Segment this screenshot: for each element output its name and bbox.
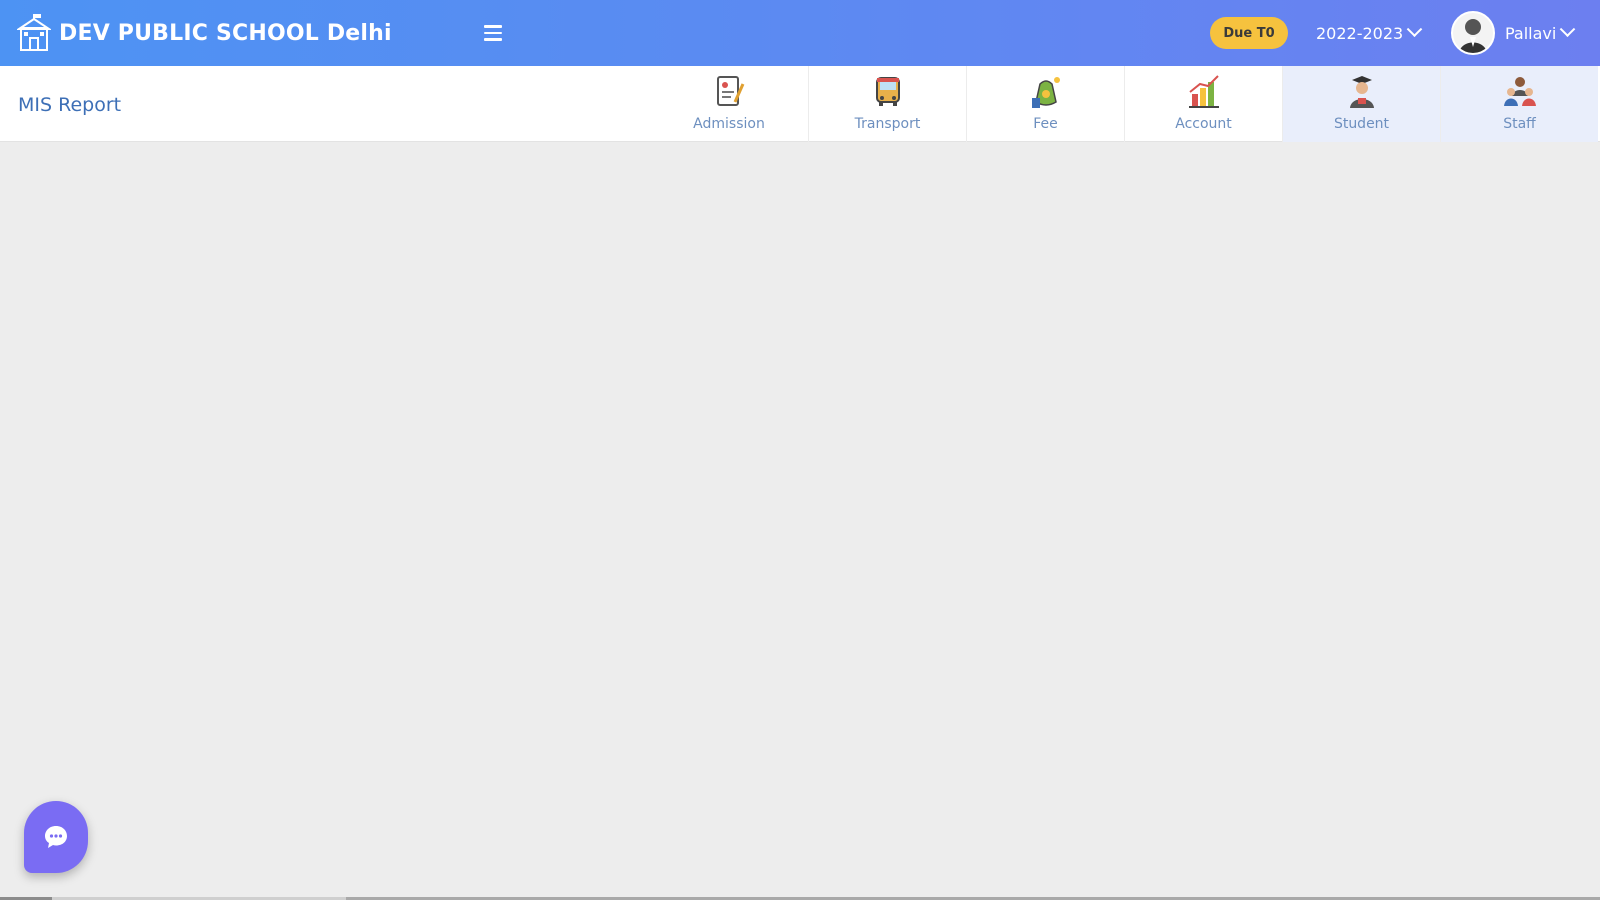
page-title: MIS Report [18, 94, 122, 116]
school-name: DEV PUBLIC SCHOOL Delhi [59, 20, 392, 46]
tab-label: Fee [1033, 116, 1058, 132]
chat-button[interactable] [24, 801, 88, 873]
money-bag-icon [1031, 77, 1060, 108]
tab-admission[interactable]: Admission [650, 66, 808, 142]
account-chart-icon [1188, 75, 1219, 108]
tab-account[interactable]: Account [1124, 66, 1282, 142]
tab-student[interactable]: Student [1282, 66, 1440, 142]
tab-transport[interactable]: Transport [808, 66, 966, 142]
module-tabs: Admission Transport Fee Account Student … [650, 66, 1598, 142]
chevron-down-icon [1560, 20, 1576, 37]
school-logo-icon [16, 13, 52, 53]
bus-icon [875, 77, 900, 106]
main-content [3, 143, 1600, 900]
session-value: 2022-2023 [1316, 23, 1404, 43]
chevron-down-icon [1406, 20, 1423, 37]
tab-label: Account [1175, 116, 1232, 132]
user-menu[interactable]: Pallavi [1451, 10, 1576, 56]
staff-icon [1503, 77, 1536, 106]
tab-label: Admission [693, 116, 765, 132]
admission-icon [717, 76, 745, 106]
page-header: MIS Report Admission Transport Fee Accou… [0, 66, 1600, 142]
brand[interactable]: DEV PUBLIC SCHOOL Delhi [16, 12, 392, 54]
session-select[interactable]: 2022-2023 [1316, 20, 1423, 46]
tab-label: Transport [854, 116, 921, 132]
tab-staff[interactable]: Staff [1440, 66, 1598, 142]
user-name: Pallavi [1505, 23, 1557, 43]
chat-bubble-icon [45, 826, 67, 848]
tab-label: Student [1333, 116, 1390, 132]
student-icon [1349, 76, 1374, 108]
tab-label: Staff [1503, 116, 1536, 132]
avatar [1451, 11, 1495, 55]
menu-toggle-icon[interactable] [484, 25, 502, 41]
due-badge[interactable]: Due T0 [1210, 17, 1288, 49]
top-navbar: DEV PUBLIC SCHOOL Delhi Due T0 2022-2023… [0, 0, 1600, 66]
tab-fee[interactable]: Fee [966, 66, 1124, 142]
